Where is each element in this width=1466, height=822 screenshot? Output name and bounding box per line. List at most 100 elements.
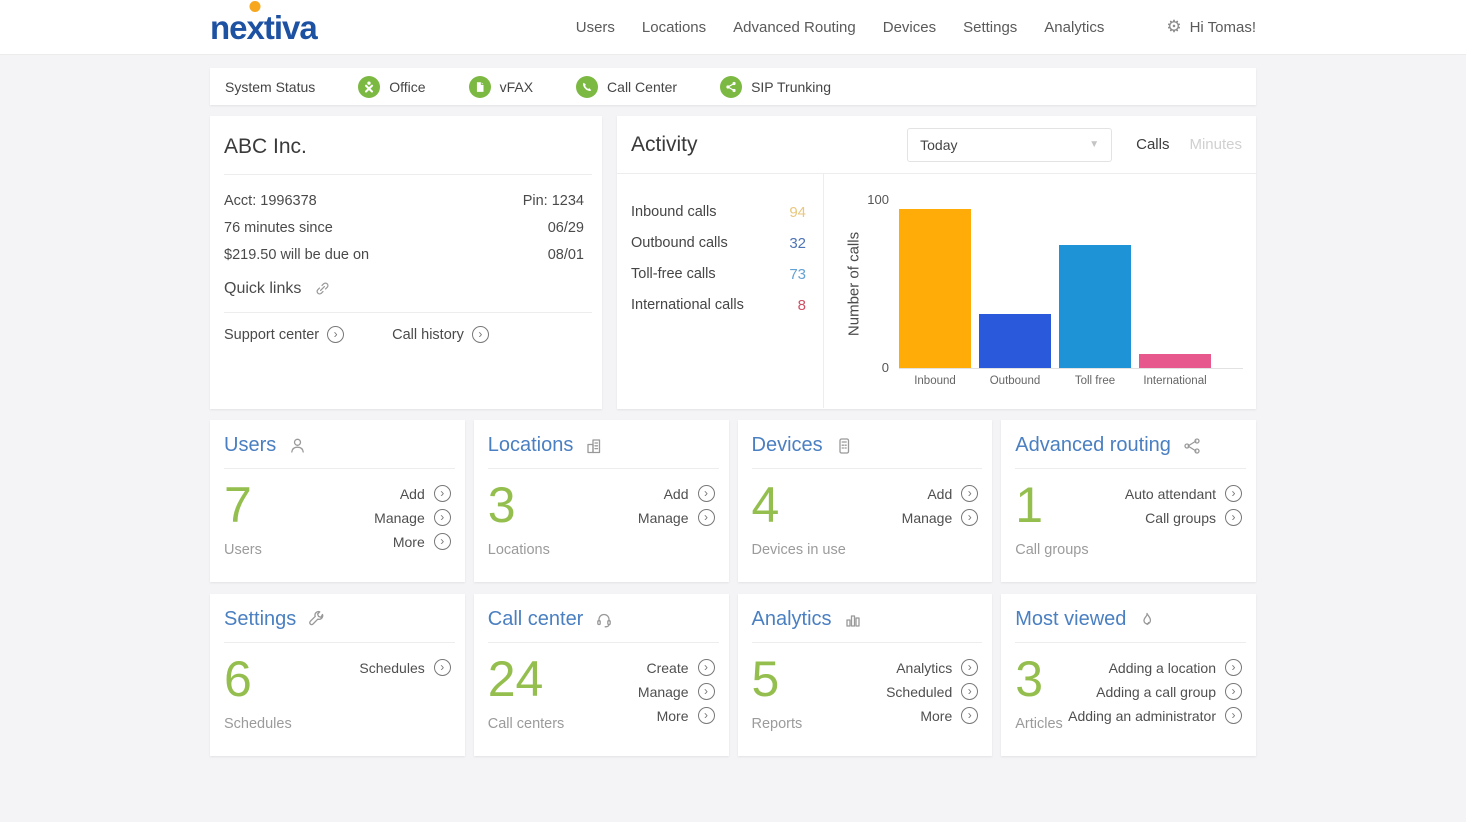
action-link[interactable]: Create › — [646, 659, 715, 676]
activity-card: Activity Today ▼ Calls Minutes Inbound c… — [617, 116, 1256, 409]
bar-group: Inbound Outbound Toll free International — [899, 199, 1243, 387]
action-label: Scheduled — [886, 683, 953, 700]
activity-stat-row: Outbound calls 32 — [631, 235, 806, 252]
action-link[interactable]: Add › — [927, 485, 979, 502]
action-link[interactable]: More › — [920, 707, 979, 724]
main-nav: Users Locations Advanced Routing Devices… — [576, 19, 1105, 36]
activity-stat-row: Inbound calls 94 — [631, 204, 806, 221]
action-link[interactable]: More › — [657, 707, 715, 724]
arrow-circle-icon: › — [961, 485, 979, 502]
analytics-card: Analytics 5 Reports Analytics › Scheduled ›… — [737, 594, 993, 756]
arrow-circle-icon: › — [697, 659, 715, 676]
analytics-card-title[interactable]: Analytics — [752, 608, 832, 631]
most-viewed-card-title[interactable]: Most viewed — [1015, 608, 1126, 631]
person-icon — [287, 436, 307, 456]
account-row: $219.50 will be due on 08/01 — [224, 242, 584, 269]
users-card-title[interactable]: Users — [224, 434, 276, 457]
user-menu[interactable]: ⚙ Hi Tomas! — [1166, 17, 1256, 37]
call-centers-count-label: Call centers — [487, 716, 565, 732]
arrow-circle-icon: › — [1225, 659, 1242, 676]
action-link[interactable]: Scheduled › — [886, 683, 979, 700]
nav-analytics[interactable]: Analytics — [1044, 19, 1104, 36]
stat-label: Outbound calls — [631, 235, 728, 251]
nav-settings[interactable]: Settings — [963, 19, 1017, 36]
call-center-actions: Create › Manage › More › — [638, 657, 715, 732]
status-item-vfax[interactable]: vFAX — [468, 75, 533, 98]
action-link[interactable]: Analytics › — [896, 659, 979, 676]
action-link[interactable]: Manage › — [638, 683, 715, 700]
action-label: More — [656, 707, 689, 724]
call-history-link[interactable]: Call history › — [392, 326, 489, 343]
settings-card-title[interactable]: Settings — [224, 608, 296, 631]
arrow-circle-icon: › — [697, 707, 715, 724]
action-label: Call groups — [1145, 509, 1216, 526]
call-center-card-title[interactable]: Call center — [488, 608, 584, 631]
bar-x-label: Inbound — [914, 375, 956, 387]
action-link[interactable]: Schedules › — [359, 659, 451, 676]
logo-x-dot: x — [246, 8, 265, 46]
status-item-office[interactable]: Office — [358, 75, 426, 98]
locations-card-title[interactable]: Locations — [488, 434, 574, 457]
action-link[interactable]: Manage › — [638, 509, 715, 526]
action-label: Adding a call group — [1096, 683, 1216, 700]
nav-advanced-routing[interactable]: Advanced Routing — [733, 19, 856, 36]
system-status-label: System Status — [225, 78, 316, 95]
quick-links[interactable]: Quick links — [210, 269, 602, 312]
account-row: Acct: 1996378 Pin: 1234 — [224, 188, 584, 215]
phone-icon — [576, 75, 599, 98]
device-phone-icon — [834, 436, 854, 456]
wrench-icon — [307, 610, 327, 630]
reports-count-label: Reports — [751, 716, 803, 732]
headset-icon — [594, 610, 614, 630]
gear-icon: ⚙ — [1166, 17, 1182, 36]
period-dropdown[interactable]: Today ▼ — [907, 127, 1113, 162]
locations-card: Locations 3 Locations Add › Manage › — [473, 420, 729, 582]
arrow-circle-icon: › — [961, 509, 979, 526]
action-link[interactable]: Adding a call group › — [1096, 683, 1242, 700]
action-link[interactable]: Add › — [664, 485, 715, 502]
action-link[interactable]: More › — [393, 533, 451, 550]
nav-users[interactable]: Users — [576, 19, 615, 36]
action-label: Manage — [637, 683, 689, 700]
nav-locations[interactable]: Locations — [642, 19, 706, 36]
bar-column: Outbound — [979, 199, 1051, 387]
advanced-routing-card-title[interactable]: Advanced routing — [1015, 434, 1171, 457]
most-viewed-actions: Adding a location › Adding a call group › Ad… — [1068, 657, 1242, 732]
status-item-call-center[interactable]: Call Center — [576, 75, 677, 98]
support-center-link[interactable]: Support center › — [224, 326, 345, 343]
bar-outbound — [979, 313, 1051, 368]
flame-icon — [1137, 610, 1157, 630]
action-link[interactable]: Manage › — [374, 509, 451, 526]
toggle-minutes[interactable]: Minutes — [1189, 136, 1242, 153]
action-label: Manage — [637, 509, 689, 526]
action-label: More — [920, 707, 953, 724]
bar-x-label: Outbound — [989, 375, 1041, 387]
arrow-circle-icon: › — [1225, 509, 1242, 526]
articles-count-label: Articles — [1015, 716, 1063, 732]
action-label: Auto attendant — [1124, 485, 1216, 502]
minutes-used: 76 minutes since — [224, 220, 333, 236]
status-item-sip-trunking[interactable]: SIP Trunking — [720, 75, 831, 98]
action-link[interactable]: Adding a location › — [1109, 659, 1242, 676]
action-link[interactable]: Call groups › — [1145, 509, 1242, 526]
toggle-calls[interactable]: Calls — [1136, 136, 1169, 153]
system-status-bar: System Status Office vFAX Call Center SI… — [210, 68, 1256, 105]
activity-chart: Number of calls 100 0 Inbound Outbound Tol… — [824, 174, 1256, 408]
nextiva-logo[interactable]: nextiva — [210, 8, 318, 46]
action-link[interactable]: Add › — [400, 485, 451, 502]
devices-card-title[interactable]: Devices — [752, 434, 823, 457]
action-link[interactable]: Auto attendant › — [1125, 485, 1242, 502]
nav-devices[interactable]: Devices — [883, 19, 936, 36]
activity-stats: Inbound calls 94 Outbound calls 32 Toll-free… — [617, 174, 824, 408]
action-link[interactable]: Adding an administrator › — [1068, 707, 1242, 724]
analytics-actions: Analytics › Scheduled › More › — [886, 657, 979, 732]
minutes-date: 06/29 — [547, 220, 584, 236]
activity-stat-row: Toll-free calls 73 — [631, 266, 806, 283]
action-label: More — [392, 533, 425, 550]
action-link[interactable]: Manage › — [902, 509, 979, 526]
devices-count: 4 — [751, 477, 780, 533]
arrow-circle-icon: › — [1225, 485, 1242, 502]
schedules-count-label: Schedules — [224, 716, 292, 732]
link-icon — [316, 282, 329, 295]
action-label: Manage — [374, 509, 425, 526]
